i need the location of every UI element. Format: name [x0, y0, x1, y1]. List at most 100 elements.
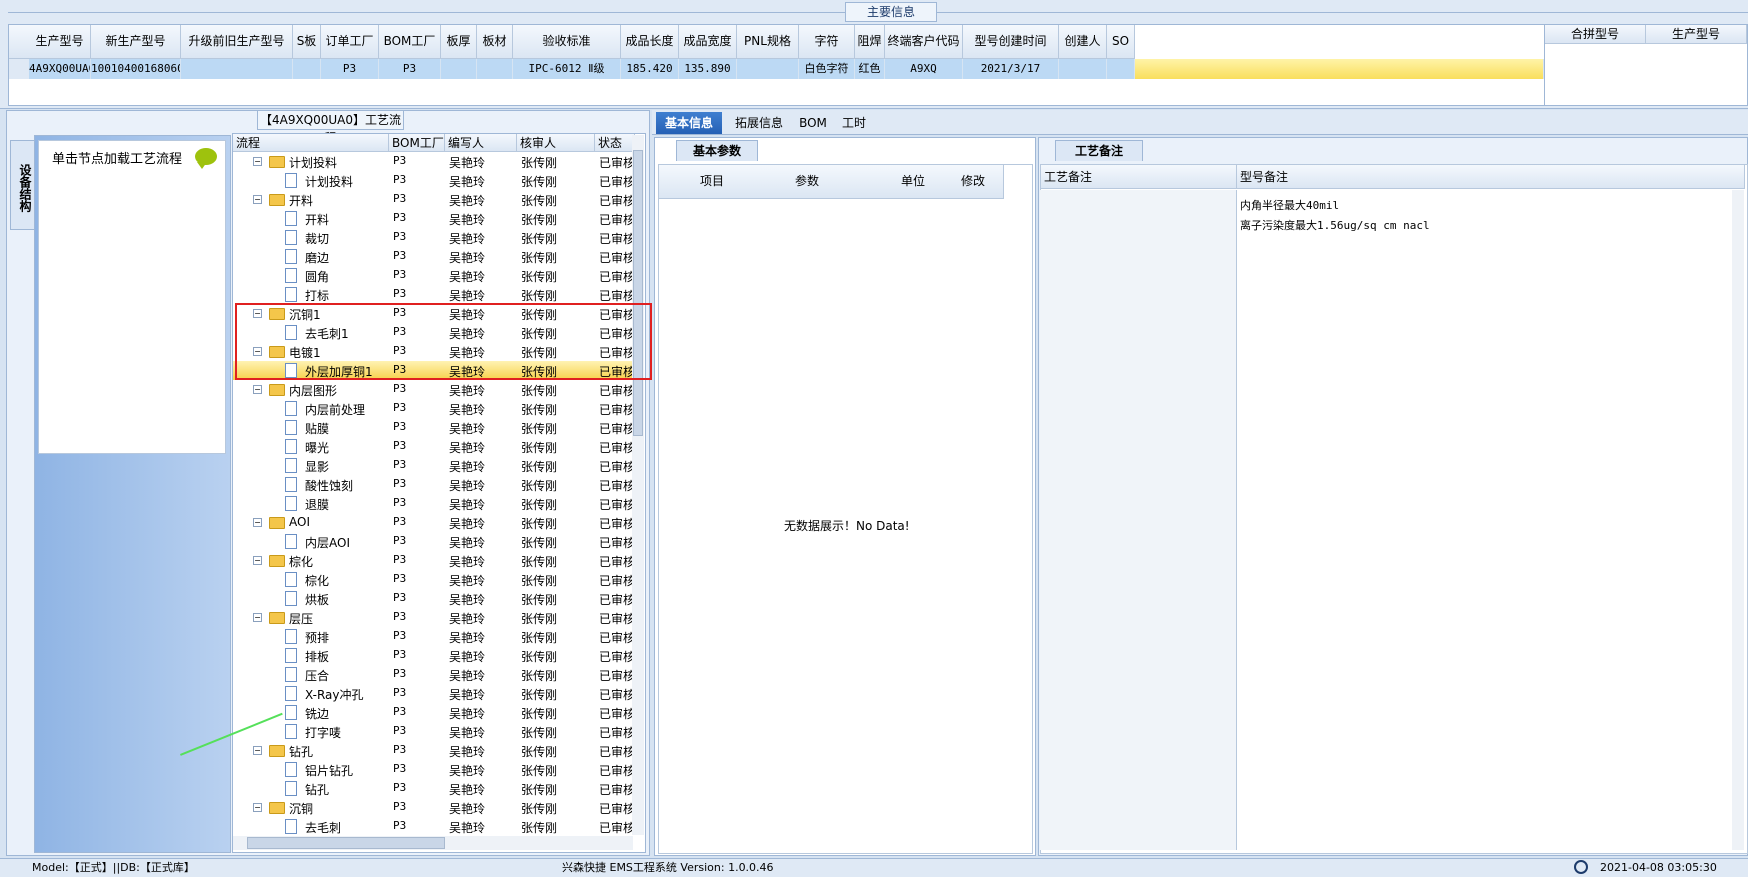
tree-hscroll-thumb[interactable] — [247, 837, 445, 849]
grid-header[interactable]: 终端客户代码 — [885, 25, 963, 59]
tab-basic-info[interactable]: 基本信息 — [656, 112, 722, 134]
grid-header[interactable]: S板 — [293, 25, 321, 59]
grid-header[interactable]: 阻焊 — [855, 25, 885, 59]
tree-header[interactable]: BOM工厂 — [389, 134, 445, 152]
grid-header[interactable]: 成品宽度 — [679, 25, 737, 59]
collapse-icon[interactable]: − — [253, 803, 262, 812]
tree-header[interactable]: 核审人 — [517, 134, 595, 152]
collapse-icon[interactable]: − — [253, 157, 262, 166]
merge-header[interactable]: 生产型号 — [1646, 25, 1747, 44]
grid-header[interactable]: 板材 — [477, 25, 513, 59]
tree-row[interactable]: − 计划投料 P3 吴艳玲 张传刚 已审核 — [233, 152, 633, 171]
tree-row[interactable]: 曝光 P3 吴艳玲 张传刚 已审核 — [233, 437, 633, 456]
tab-extended-info[interactable]: 拓展信息 — [724, 112, 794, 134]
collapse-icon[interactable]: − — [253, 746, 262, 755]
tree-row[interactable]: 开料 P3 吴艳玲 张传刚 已审核 — [233, 209, 633, 228]
tree-row[interactable]: − AOI P3 吴艳玲 张传刚 已审核 — [233, 513, 633, 532]
remark-header[interactable]: 工艺备注 — [1041, 165, 1237, 189]
equipment-box[interactable] — [38, 140, 226, 454]
tree-row[interactable]: 贴膜 P3 吴艳玲 张传刚 已审核 — [233, 418, 633, 437]
grid-cell[interactable] — [441, 59, 477, 79]
tree-row[interactable]: 压合 P3 吴艳玲 张传刚 已审核 — [233, 665, 633, 684]
grid-cell[interactable]: IPC-6012 Ⅱ级 — [513, 59, 621, 79]
tree-row[interactable]: 裁切 P3 吴艳玲 张传刚 已审核 — [233, 228, 633, 247]
tree-row[interactable]: 铣边 P3 吴艳玲 张传刚 已审核 — [233, 703, 633, 722]
grid-cell[interactable]: A9XQ — [885, 59, 963, 79]
grid-header[interactable]: 字符 — [799, 25, 855, 59]
tab-man-hours[interactable]: 工时 — [834, 112, 874, 134]
grid-cell[interactable]: P3 — [321, 59, 379, 79]
tree-row[interactable]: 预排 P3 吴艳玲 张传刚 已审核 — [233, 627, 633, 646]
basic-params-header[interactable]: 项目 — [693, 165, 732, 199]
tree-row[interactable]: − 沉铜 P3 吴艳玲 张传刚 已审核 — [233, 798, 633, 817]
tree-row[interactable]: 内层AOI P3 吴艳玲 张传刚 已审核 — [233, 532, 633, 551]
tree-row[interactable]: 钻孔 P3 吴艳玲 张传刚 已审核 — [233, 779, 633, 798]
tree-row[interactable]: 圆角 P3 吴艳玲 张传刚 已审核 — [233, 266, 633, 285]
tree-row[interactable]: 排板 P3 吴艳玲 张传刚 已审核 — [233, 646, 633, 665]
merge-header[interactable]: 合拼型号 — [1545, 25, 1646, 44]
tree-row[interactable]: 铝片钻孔 P3 吴艳玲 张传刚 已审核 — [233, 760, 633, 779]
tree-row[interactable]: − 内层图形 P3 吴艳玲 张传刚 已审核 — [233, 380, 633, 399]
remark-header[interactable]: 型号备注 — [1237, 165, 1745, 189]
tab-basic-params[interactable]: 基本参数 — [676, 140, 758, 161]
tree-row[interactable]: 棕化 P3 吴艳玲 张传刚 已审核 — [233, 570, 633, 589]
grid-cell[interactable] — [1107, 59, 1135, 79]
tree-row[interactable]: 打标 P3 吴艳玲 张传刚 已审核 — [233, 285, 633, 304]
grid-cell[interactable]: 10010400168060 — [91, 59, 181, 79]
grid-header[interactable]: 新生产型号 — [91, 25, 181, 59]
grid-header[interactable]: 生产型号 — [29, 25, 91, 59]
process-tree[interactable]: 流程 BOM工厂 编写人 核审人 状态 − 计划投料 P3 吴艳玲 张传刚 已审核 计划投料 P3 吴艳玲… — [232, 133, 646, 853]
grid-header[interactable]: 验收标准 — [513, 25, 621, 59]
grid-cell[interactable]: 4A9XQ00UA0 — [29, 59, 91, 79]
tree-row[interactable]: − 棕化 P3 吴艳玲 张传刚 已审核 — [233, 551, 633, 570]
grid-cell[interactable] — [181, 59, 293, 79]
grid-cell[interactable]: 白色字符 — [799, 59, 855, 79]
grid-cell[interactable]: 2021/3/17 — [963, 59, 1059, 79]
merge-grid[interactable]: 合拼型号 生产型号 — [1544, 24, 1748, 106]
tree-header[interactable]: 流程 — [233, 134, 389, 152]
grid-header[interactable]: 创建人 — [1059, 25, 1107, 59]
grid-cell[interactable]: 红色 — [855, 59, 885, 79]
collapse-icon[interactable]: − — [253, 613, 262, 622]
tree-row[interactable]: − 层压 P3 吴艳玲 张传刚 已审核 — [233, 608, 633, 627]
grid-header[interactable]: 订单工厂 — [321, 25, 379, 59]
collapse-icon[interactable]: − — [253, 195, 262, 204]
grid-cell[interactable]: P3 — [379, 59, 441, 79]
tree-header[interactable]: 编写人 — [445, 134, 517, 152]
tree-row[interactable]: 内层前处理 P3 吴艳玲 张传刚 已审核 — [233, 399, 633, 418]
tree-row[interactable]: − 钻孔 P3 吴艳玲 张传刚 已审核 — [233, 741, 633, 760]
grid-header[interactable]: 成品长度 — [621, 25, 679, 59]
tree-row[interactable]: 打字唛 P3 吴艳玲 张传刚 已审核 — [233, 722, 633, 741]
basic-params-header[interactable]: 修改 — [943, 165, 1004, 199]
grid-cell[interactable] — [477, 59, 513, 79]
main-info-grid[interactable]: 生产型号 4A9XQ00UA0 新生产型号 10010400168060 升级前旧生产型… — [8, 24, 1546, 106]
tree-scroll-thumb[interactable] — [633, 150, 643, 436]
tree-row[interactable]: 烘板 P3 吴艳玲 张传刚 已审核 — [233, 589, 633, 608]
basic-params-header[interactable]: 参数 — [731, 165, 884, 199]
tab-process-remarks[interactable]: 工艺备注 — [1055, 140, 1143, 161]
grid-cell[interactable] — [293, 59, 321, 79]
basic-params-header[interactable]: 单位 — [883, 165, 944, 199]
side-tab-equipment[interactable]: 设备结构 — [10, 140, 34, 230]
tree-row[interactable]: 磨边 P3 吴艳玲 张传刚 已审核 — [233, 247, 633, 266]
basic-params-grid[interactable] — [658, 164, 1033, 854]
collapse-icon[interactable]: − — [253, 518, 262, 527]
grid-header[interactable]: SO — [1107, 25, 1135, 59]
tree-row[interactable]: 显影 P3 吴艳玲 张传刚 已审核 — [233, 456, 633, 475]
tree-row[interactable]: 计划投料 P3 吴艳玲 张传刚 已审核 — [233, 171, 633, 190]
grid-cell[interactable]: 135.890 — [679, 59, 737, 79]
tree-row[interactable]: 退膜 P3 吴艳玲 张传刚 已审核 — [233, 494, 633, 513]
grid-cell[interactable]: 185.420 — [621, 59, 679, 79]
remark-scrollbar[interactable] — [1732, 190, 1744, 850]
collapse-icon[interactable]: − — [253, 556, 262, 565]
tree-row[interactable]: 酸性蚀刻 P3 吴艳玲 张传刚 已审核 — [233, 475, 633, 494]
grid-cell[interactable] — [1059, 59, 1107, 79]
grid-cell[interactable] — [737, 59, 799, 79]
tree-row[interactable]: − 开料 P3 吴艳玲 张传刚 已审核 — [233, 190, 633, 209]
tab-bom[interactable]: BOM — [796, 112, 830, 134]
grid-header[interactable]: 板厚 — [441, 25, 477, 59]
tree-row[interactable]: 去毛刺 P3 吴艳玲 张传刚 已审核 — [233, 817, 633, 836]
tree-row[interactable]: X-Ray冲孔 P3 吴艳玲 张传刚 已审核 — [233, 684, 633, 703]
collapse-icon[interactable]: − — [253, 385, 262, 394]
process-remark-column[interactable] — [1040, 190, 1237, 850]
